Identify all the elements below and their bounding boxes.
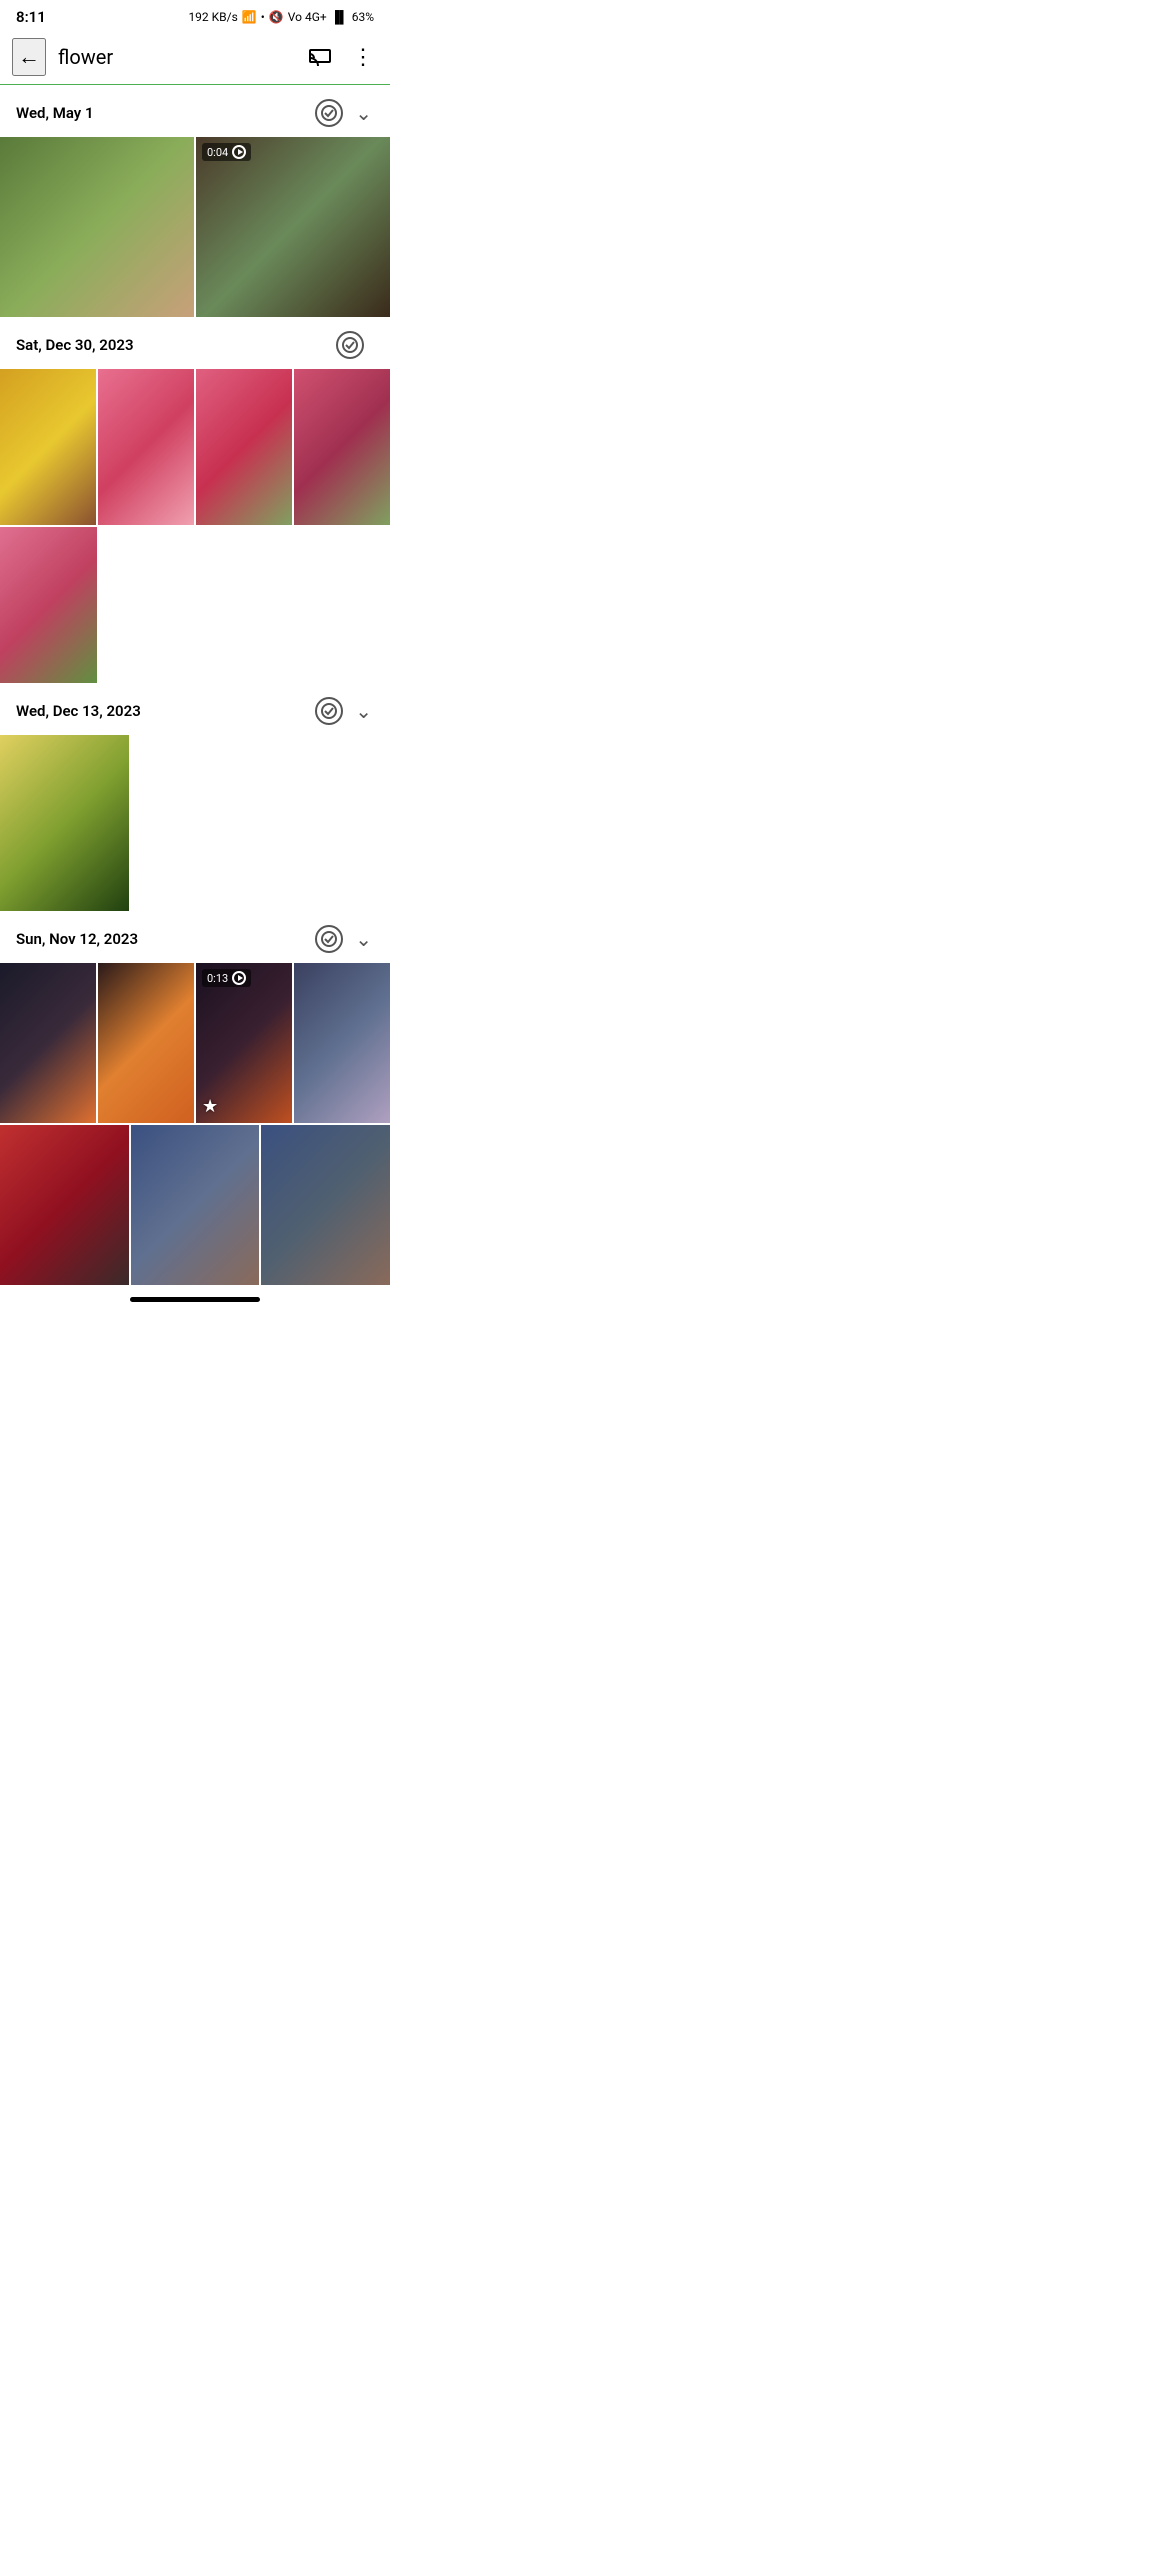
photo-dec13-empty	[131, 735, 390, 911]
section-wed-may-1: Wed, May 1 ⌄ 0:04	[0, 85, 390, 317]
photo-grid-dec30-row2	[0, 527, 390, 683]
photo-grid-nov12-row2	[0, 1125, 390, 1285]
section-header-nov12: Sun, Nov 12, 2023 ⌄	[0, 911, 390, 963]
photo-dec30-1[interactable]	[0, 369, 96, 525]
back-button[interactable]: ←	[12, 38, 46, 76]
cast-icon	[308, 42, 332, 66]
select-dec13-button[interactable]	[315, 697, 343, 725]
more-options-button[interactable]: ⋮	[348, 41, 378, 74]
expand-nov12-button[interactable]: ⌄	[353, 925, 374, 953]
expand-dec13-button[interactable]: ⌄	[353, 697, 374, 725]
photo-nov12-3[interactable]: 0:13 ★	[196, 963, 292, 1123]
video-duration-nov12-3: 0:13	[202, 969, 251, 987]
check-circle-icon-dec30	[342, 337, 358, 353]
photo-nov12-4[interactable]	[294, 963, 390, 1123]
photo-nov12-7[interactable]	[261, 1125, 390, 1285]
battery: 63%	[352, 10, 374, 24]
network-type: Vo 4G+	[288, 10, 327, 24]
photo-dec30-4[interactable]	[294, 369, 390, 525]
photo-grid-may1: 0:04	[0, 137, 390, 317]
play-icon-nov12	[232, 971, 246, 985]
app-bar: ← flower ⋮	[0, 30, 390, 85]
network-speed: 192 KB/s	[188, 10, 237, 24]
section-sat-dec-30-2023: Sat, Dec 30, 2023	[0, 317, 390, 683]
photo-dec30-2[interactable]	[98, 369, 194, 525]
photo-dec13-1[interactable]	[0, 735, 129, 911]
check-circle-icon	[321, 105, 337, 121]
play-icon	[232, 145, 246, 159]
photo-nov12-6[interactable]	[131, 1125, 260, 1285]
photo-nov12-1[interactable]	[0, 963, 96, 1123]
photo-dec30-empty	[99, 527, 390, 683]
photo-dec30-5[interactable]	[0, 527, 97, 683]
expand-may1-button[interactable]: ⌄	[353, 99, 374, 127]
bluetooth-icon: 📶	[242, 10, 257, 24]
photo-nov12-2[interactable]	[98, 963, 194, 1123]
mute-icon: 🔇	[269, 10, 284, 24]
link-icon: •	[261, 10, 265, 24]
photo-nov12-5[interactable]	[0, 1125, 129, 1285]
section-date-may1: Wed, May 1	[16, 104, 315, 122]
star-badge-nov12: ★	[202, 1096, 218, 1117]
photo-grid-dec30-row1	[0, 369, 390, 525]
section-date-dec13: Wed, Dec 13, 2023	[16, 702, 315, 720]
section-header-may1: Wed, May 1 ⌄	[0, 85, 390, 137]
select-dec30-button[interactable]	[336, 331, 364, 359]
status-bar: 8:11 192 KB/s 📶 • 🔇 Vo 4G+ ▐▌ 63%	[0, 0, 390, 30]
check-circle-icon-nov12	[321, 931, 337, 947]
select-may1-button[interactable]	[315, 99, 343, 127]
photo-dec30-3[interactable]	[196, 369, 292, 525]
section-header-dec13: Wed, Dec 13, 2023 ⌄	[0, 683, 390, 735]
photo-may1-1[interactable]	[0, 137, 194, 317]
search-title: flower	[58, 45, 292, 69]
section-header-dec30: Sat, Dec 30, 2023	[0, 317, 390, 369]
section-wed-dec-13-2023: Wed, Dec 13, 2023 ⌄	[0, 683, 390, 911]
select-nov12-button[interactable]	[315, 925, 343, 953]
cast-button[interactable]	[304, 38, 336, 76]
signal-bars: ▐▌	[331, 10, 348, 24]
check-circle-icon-dec13	[321, 703, 337, 719]
section-sun-nov-12-2023: Sun, Nov 12, 2023 ⌄ 0:13 ★	[0, 911, 390, 1285]
photo-grid-dec13	[0, 735, 390, 911]
photo-may1-2[interactable]: 0:04	[196, 137, 390, 317]
section-date-dec30: Sat, Dec 30, 2023	[16, 336, 336, 354]
status-time: 8:11	[16, 8, 46, 26]
status-icons: 192 KB/s 📶 • 🔇 Vo 4G+ ▐▌ 63%	[188, 10, 374, 24]
home-indicator	[130, 1297, 260, 1302]
photo-grid-nov12-row1: 0:13 ★	[0, 963, 390, 1123]
video-duration-may1-2: 0:04	[202, 143, 251, 161]
section-date-nov12: Sun, Nov 12, 2023	[16, 930, 315, 948]
